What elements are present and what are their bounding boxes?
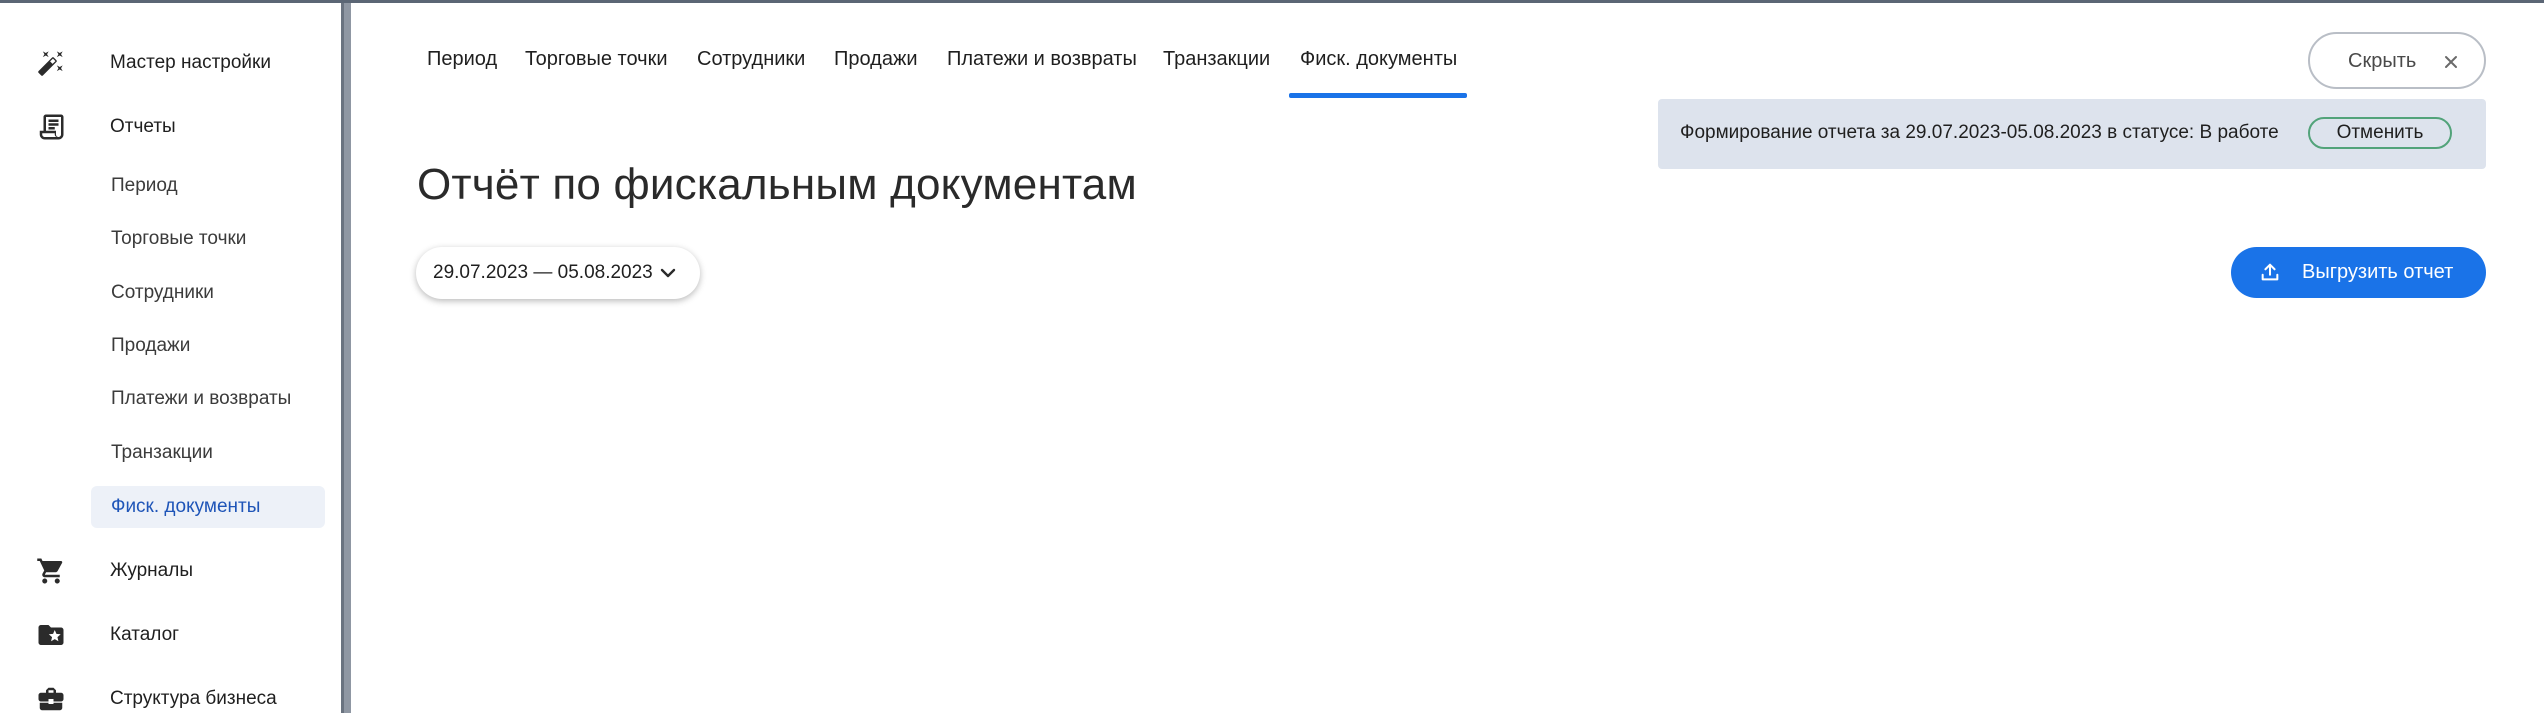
sidebar-resize-handle[interactable] xyxy=(341,3,351,713)
sidebar-subitem-label: Продажи xyxy=(111,335,191,356)
cart-icon xyxy=(34,554,68,588)
page-title: Отчёт по фискальным документам xyxy=(417,160,1137,209)
hide-button-label: Скрыть xyxy=(2348,50,2417,72)
sidebar-item-catalog[interactable]: Каталог xyxy=(0,609,341,661)
sidebar: Мастер настройки Отчеты Период Торговые … xyxy=(0,3,341,713)
sidebar-subitem-period[interactable]: Период xyxy=(91,165,325,207)
sidebar-item-label: Мастер настройки xyxy=(110,52,271,73)
sidebar-subitem-employees[interactable]: Сотрудники xyxy=(91,272,325,314)
sidebar-item-label: Каталог xyxy=(110,624,180,645)
sidebar-subitem-sales[interactable]: Продажи xyxy=(91,325,325,367)
sidebar-subitem-label: Период xyxy=(111,175,178,196)
sidebar-subitem-fiscal-docs[interactable]: Фиск. документы xyxy=(91,486,325,528)
sidebar-item-setup-wizard[interactable]: Мастер настройки xyxy=(0,37,341,89)
tab-period[interactable]: Период xyxy=(427,48,497,71)
sidebar-item-journals[interactable]: Журналы xyxy=(0,545,341,597)
upload-icon xyxy=(2259,261,2281,283)
cancel-button-label: Отменить xyxy=(2336,122,2424,143)
hide-button[interactable]: Скрыть xyxy=(2308,32,2486,89)
tab-sales[interactable]: Продажи xyxy=(834,48,918,71)
folder-star-icon xyxy=(34,618,68,652)
export-button-label: Выгрузить отчет xyxy=(2302,261,2454,283)
sidebar-subitem-outlets[interactable]: Торговые точки xyxy=(91,218,325,260)
sidebar-subitem-label: Транзакции xyxy=(111,442,213,463)
report-status-notice: Формирование отчета за 29.07.2023-05.08.… xyxy=(1658,99,2486,169)
sidebar-subitem-label: Фиск. документы xyxy=(111,496,261,517)
cancel-button[interactable]: Отменить xyxy=(2308,117,2452,149)
sidebar-item-label: Структура бизнеса xyxy=(110,688,277,709)
sidebar-subitem-label: Торговые точки xyxy=(111,228,247,249)
sidebar-item-business-structure[interactable]: Структура бизнеса xyxy=(0,673,341,725)
export-report-button[interactable]: Выгрузить отчет xyxy=(2231,247,2486,298)
tab-employees[interactable]: Сотрудники xyxy=(697,48,805,71)
date-range-picker[interactable]: 29.07.2023 — 05.08.2023 xyxy=(416,247,700,299)
top-border xyxy=(0,0,2544,3)
close-icon xyxy=(2441,52,2461,72)
report-icon xyxy=(34,110,68,144)
sidebar-item-label: Отчеты xyxy=(110,116,176,137)
tab-fiscal-docs[interactable]: Фиск. документы xyxy=(1300,48,1457,71)
sidebar-item-reports[interactable]: Отчеты xyxy=(0,101,341,153)
tab-outlets[interactable]: Торговые точки xyxy=(525,48,668,71)
chevron-down-icon xyxy=(658,263,678,283)
magic-wand-icon xyxy=(34,46,68,80)
report-status-text: Формирование отчета за 29.07.2023-05.08.… xyxy=(1680,122,2279,143)
active-tab-indicator xyxy=(1289,93,1467,98)
sidebar-item-label: Журналы xyxy=(110,560,193,581)
tab-transactions[interactable]: Транзакции xyxy=(1163,48,1270,71)
tab-payments-refunds[interactable]: Платежи и возвраты xyxy=(947,48,1137,71)
sidebar-subitem-label: Сотрудники xyxy=(111,282,214,303)
sidebar-subitem-label: Платежи и возвраты xyxy=(111,388,292,409)
sidebar-subitem-transactions[interactable]: Транзакции xyxy=(91,432,325,474)
date-range-value: 29.07.2023 — 05.08.2023 xyxy=(433,262,653,283)
briefcase-icon xyxy=(34,682,68,716)
sidebar-subitem-payments-refunds[interactable]: Платежи и возвраты xyxy=(91,378,325,420)
